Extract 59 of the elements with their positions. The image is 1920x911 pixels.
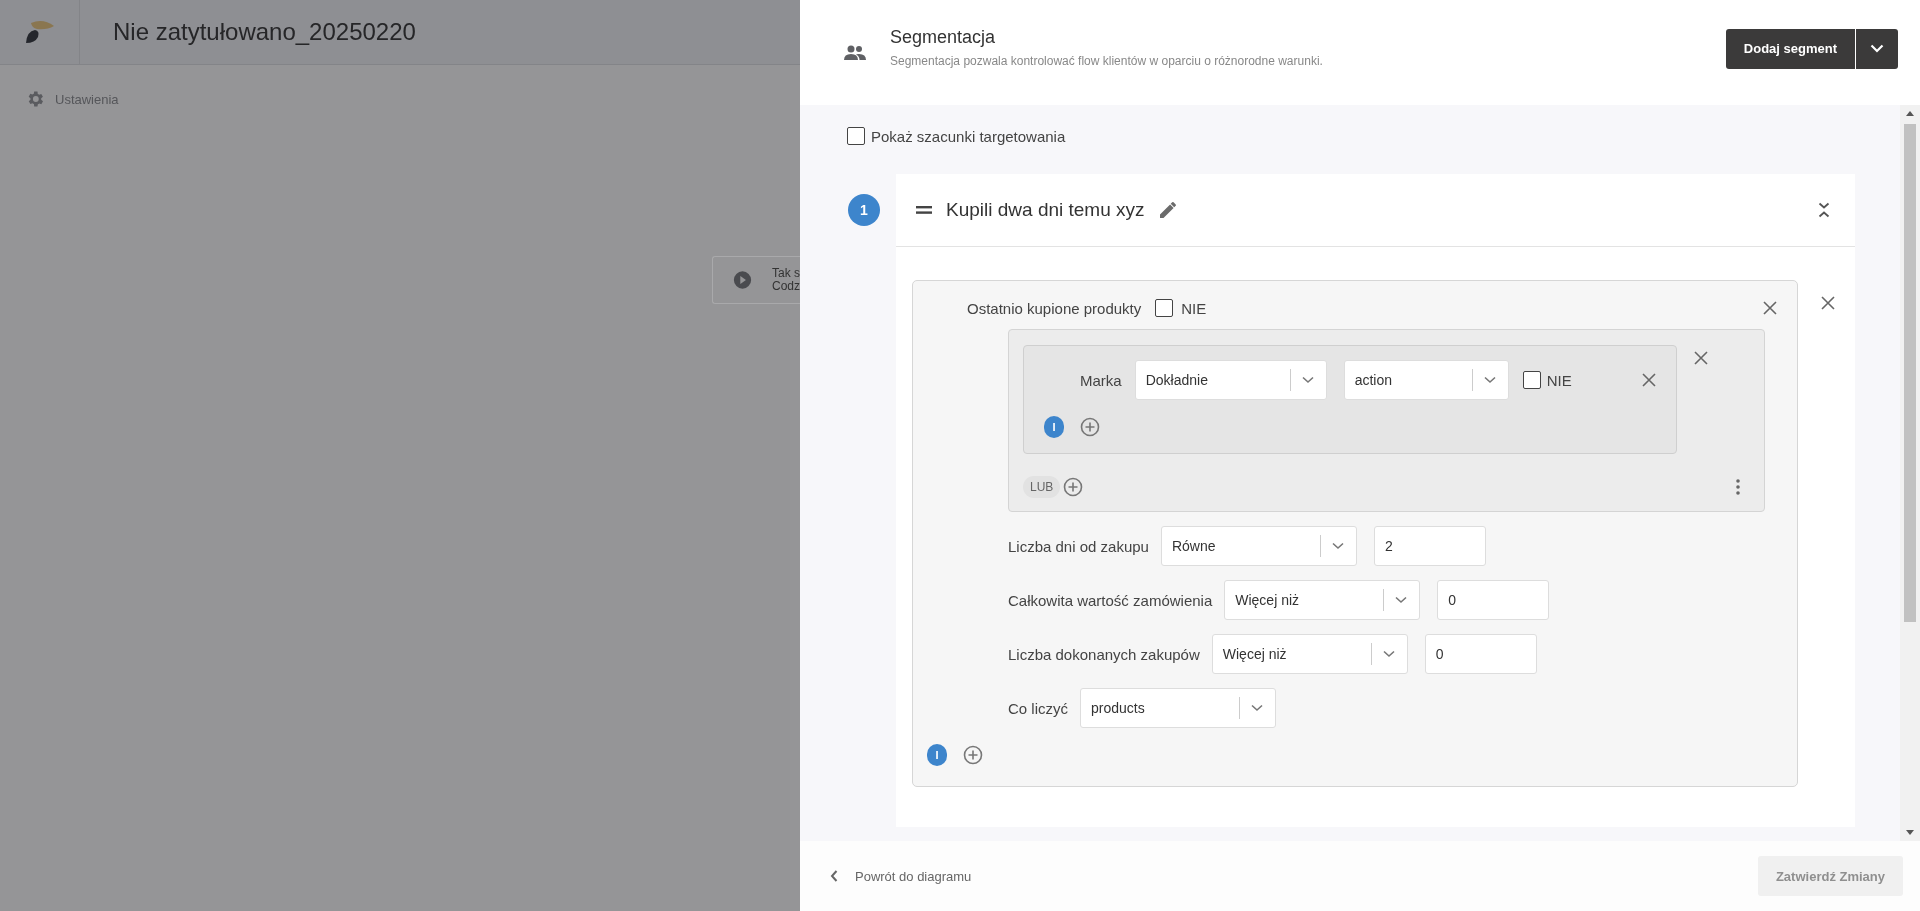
and-pill[interactable]: I	[1044, 416, 1064, 438]
chevron-down-icon	[1331, 542, 1344, 550]
value-dropdown[interactable]: action	[1343, 360, 1509, 400]
dropdown-button[interactable]	[1856, 28, 1898, 69]
node-text: Codz	[772, 280, 800, 293]
collapse-icon[interactable]	[1818, 202, 1830, 218]
chevron-down-icon	[1301, 376, 1314, 384]
checkbox[interactable]	[1522, 371, 1541, 389]
operator-dropdown[interactable]: Więcej niż	[1224, 580, 1421, 620]
checkbox-label: NIE	[1546, 371, 1572, 389]
field-label: Liczba dni od zakupu	[1008, 537, 1149, 555]
add-icon[interactable]	[1080, 417, 1100, 437]
scrollbar[interactable]	[1900, 105, 1920, 841]
checkbox[interactable]	[847, 127, 865, 145]
operator-dropdown[interactable]: Dokładnie	[1134, 360, 1327, 400]
close-icon[interactable]	[1694, 351, 1708, 365]
panel-title: Segmentacja	[890, 27, 997, 48]
checkbox-label: Pokaż szacunki targetowania	[871, 127, 1066, 145]
number-input[interactable]: 0	[1424, 634, 1537, 674]
chevron-down-icon	[1382, 650, 1395, 658]
add-segment-button[interactable]: Dodaj segment	[1725, 28, 1855, 69]
chevron-down-icon	[1395, 596, 1408, 604]
chevron-left-icon	[830, 870, 838, 882]
edit-icon[interactable]	[1158, 201, 1177, 219]
number-input[interactable]: 0	[1437, 580, 1550, 620]
add-icon[interactable]	[1063, 477, 1084, 497]
flow-node[interactable]: Tak s Codz	[712, 256, 800, 304]
document-title: Nie zatytułowano_20250220	[113, 18, 416, 46]
close-icon[interactable]	[1763, 301, 1777, 315]
or-pill[interactable]: LUB	[1023, 476, 1061, 498]
close-icon[interactable]	[1821, 296, 1835, 310]
condition-label: Ostatnio kupione produkty	[967, 299, 1142, 317]
add-icon[interactable]	[963, 745, 983, 765]
back-link[interactable]: Powrót do diagramu	[830, 868, 972, 884]
scroll-down-icon[interactable]	[1906, 830, 1914, 835]
segment-number-badge: 1	[848, 194, 880, 226]
number-input[interactable]: 2	[1373, 526, 1486, 566]
chevron-down-icon	[1251, 704, 1263, 712]
field-label: Co liczyć	[1008, 699, 1068, 717]
people-icon	[844, 44, 866, 61]
and-pill[interactable]: I	[927, 744, 947, 766]
checkbox[interactable]	[1155, 299, 1174, 317]
node-text: Tak s	[772, 267, 800, 280]
rule-label: Marka	[1080, 371, 1122, 389]
segment-name: Kupili dwa dni temu xyz	[946, 199, 1145, 221]
panel-subtitle: Segmentacja pozwala kontrolować flow klientów w oparciu o różnorodne warunki.	[890, 54, 1323, 68]
scroll-up-icon[interactable]	[1906, 111, 1914, 116]
more-icon[interactable]	[1736, 479, 1740, 495]
play-icon	[733, 269, 752, 291]
close-icon[interactable]	[1642, 373, 1656, 387]
field-label: Liczba dokonanych zakupów	[1008, 645, 1200, 663]
field-label: Całkowita wartość zamówienia	[1008, 591, 1213, 609]
chevron-down-icon	[1483, 376, 1496, 384]
chevron-down-icon	[1870, 44, 1884, 53]
operator-dropdown[interactable]: Więcej niż	[1211, 634, 1408, 674]
drag-handle-icon[interactable]	[916, 206, 932, 214]
operator-dropdown[interactable]: Równe	[1160, 526, 1357, 566]
checkbox-label: NIE	[1181, 299, 1207, 317]
operator-dropdown[interactable]: products	[1080, 688, 1276, 728]
